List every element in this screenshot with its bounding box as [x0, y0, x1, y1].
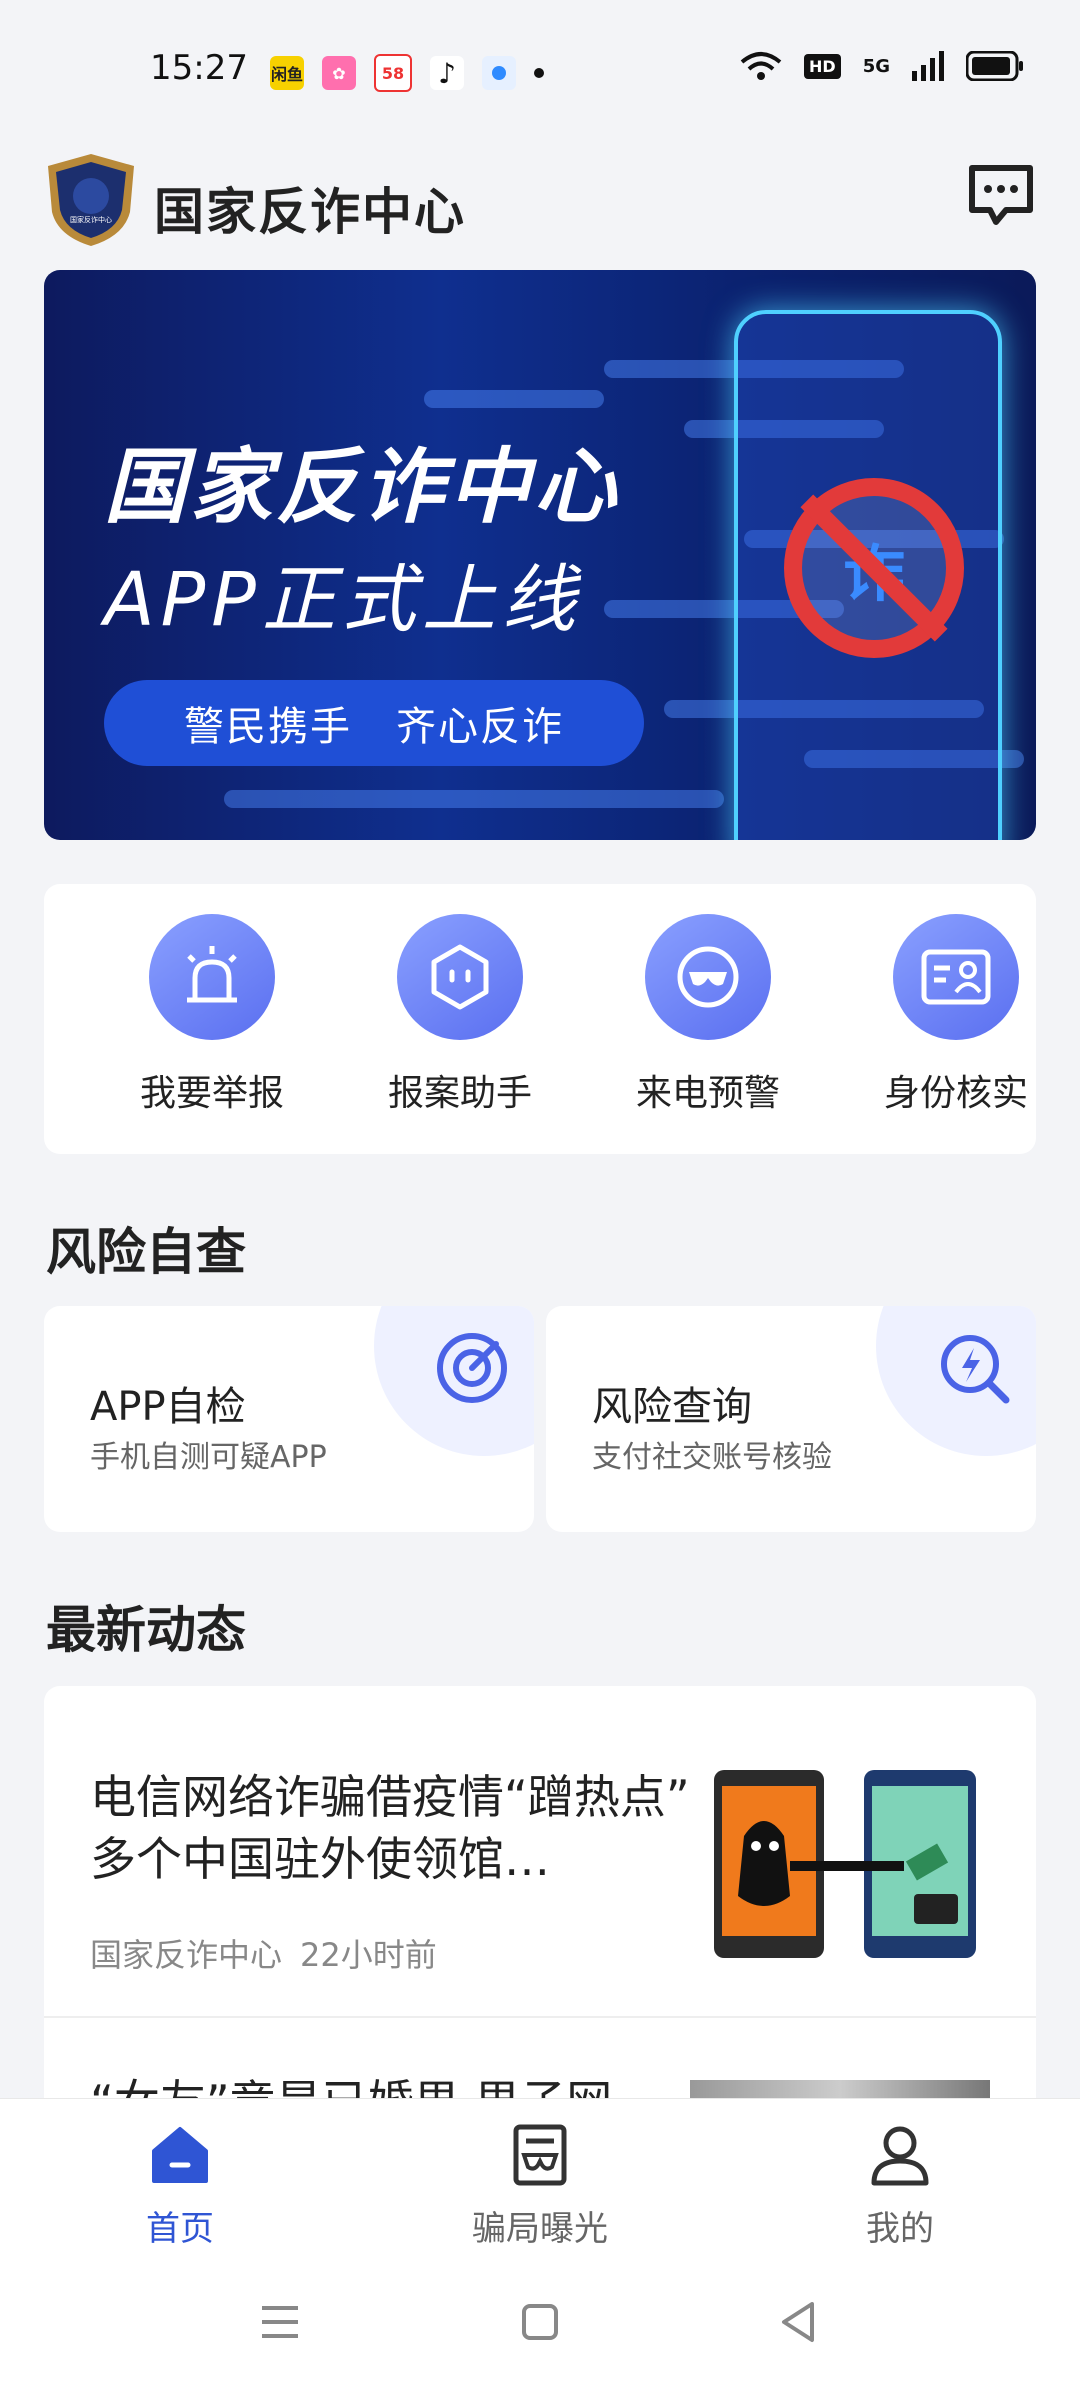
tiktok-icon: ♪	[430, 56, 464, 90]
quick-action-label: 报案助手	[387, 1073, 532, 1114]
tab-label: 骗局曝光	[472, 2209, 608, 2249]
signal-icon	[912, 51, 944, 81]
news-title: 电信网络诈骗借疫情“蹭热点” 多个中国驻外使领馆…	[90, 1770, 690, 1886]
xianyu-app-icon: 闲鱼	[270, 56, 304, 90]
alarm-siren-icon	[149, 914, 275, 1040]
mask-icon	[645, 914, 771, 1040]
search-bolt-icon	[941, 1335, 1010, 1404]
police-badge-logo: 国家反诈中心	[48, 154, 134, 246]
id-card-icon	[893, 914, 1019, 1040]
quick-action-call-warning[interactable]: 来电预警	[608, 914, 808, 1116]
tab-scam-exposure[interactable]: 骗局曝光	[440, 2123, 640, 2250]
message-icon[interactable]	[966, 160, 1036, 230]
status-indicators: HD 5G	[740, 50, 1024, 82]
quick-action-label: 来电预警	[635, 1073, 780, 1114]
target-icon	[437, 1333, 507, 1403]
wifi-icon	[740, 52, 782, 80]
slogan-right: 齐心反诈	[396, 704, 564, 750]
quick-actions: 我要举报 报案助手 来电预警 身份核实	[44, 884, 1036, 1154]
app-title: 国家反诈中心	[154, 183, 466, 241]
document-mask-icon	[513, 2124, 567, 2186]
banner-slogan: 警民携手 齐心反诈	[104, 680, 644, 766]
browser-app-icon	[482, 56, 516, 90]
risk-card-title: APP自检	[90, 1384, 246, 1430]
app-header: 国家反诈中心 国家反诈中心	[44, 150, 1036, 260]
bottom-tab-bar: 首页 骗局曝光 我的	[0, 2098, 1080, 2249]
risk-card-title: 风险查询	[592, 1384, 752, 1430]
tab-label: 首页	[146, 2209, 214, 2249]
quick-action-id-verify[interactable]: 身份核实	[856, 914, 1056, 1116]
quick-action-label: 身份核实	[883, 1073, 1028, 1114]
tab-mine[interactable]: 我的	[800, 2123, 1000, 2250]
no-fraud-icon: 诈	[784, 478, 964, 658]
news-time: 22小时前	[300, 1936, 437, 1974]
risk-card-subtitle: 手机自测可疑APP	[90, 1440, 327, 1475]
58-app-icon: 58	[374, 54, 412, 92]
news-list: 电信网络诈骗借疫情“蹭热点” 多个中国驻外使领馆… 国家反诈中心 22小时前 “…	[44, 1686, 1036, 2106]
hd-badge: HD	[804, 53, 841, 79]
back-icon[interactable]	[770, 2292, 830, 2352]
promo-banner[interactable]: 诈 国家反诈中心 APP正式上线 警民携手 齐心反诈	[44, 270, 1036, 840]
risk-query-card[interactable]: 风险查询 支付社交账号核验	[546, 1306, 1036, 1532]
battery-icon	[966, 51, 1023, 81]
system-nav-bar	[0, 2248, 1080, 2400]
banner-subtitle: APP正式上线	[104, 557, 582, 643]
news-meta: 国家反诈中心 22小时前	[90, 1930, 437, 1976]
quick-action-case-assistant[interactable]: 报案助手	[360, 914, 560, 1116]
person-icon	[871, 2126, 929, 2186]
home-square-icon[interactable]	[510, 2292, 570, 2352]
slogan-left: 警民携手	[184, 704, 352, 750]
news-thumbnail	[714, 1770, 976, 1958]
svg-text:国家反诈中心: 国家反诈中心	[70, 215, 112, 224]
menu-icon[interactable]	[250, 2292, 310, 2352]
quick-action-report[interactable]: 我要举报	[112, 914, 312, 1116]
risk-card-subtitle: 支付社交账号核验	[592, 1440, 832, 1475]
risk-section-title: 风险自查	[46, 1223, 246, 1281]
tab-label: 我的	[866, 2209, 934, 2249]
banner-title: 国家反诈中心	[104, 440, 620, 535]
news-source: 国家反诈中心	[90, 1936, 283, 1974]
tab-home[interactable]: 首页	[80, 2123, 280, 2250]
network-type: 5G	[862, 55, 890, 77]
hexagon-robot-icon	[397, 914, 523, 1040]
more-notifications-dot-icon	[534, 68, 544, 78]
quick-action-label: 我要举报	[139, 1073, 284, 1114]
flower-app-icon: ✿	[322, 56, 356, 90]
status-bar: 15:27 闲鱼 ✿ 58 ♪ HD 5G	[0, 0, 1080, 140]
notification-icons: 闲鱼 ✿ 58 ♪	[270, 54, 544, 92]
home-icon	[152, 2127, 208, 2183]
app-self-check-card[interactable]: APP自检 手机自测可疑APP	[44, 1306, 534, 1532]
status-time: 15:27	[150, 48, 248, 88]
news-section-title: 最新动态	[46, 1601, 246, 1659]
